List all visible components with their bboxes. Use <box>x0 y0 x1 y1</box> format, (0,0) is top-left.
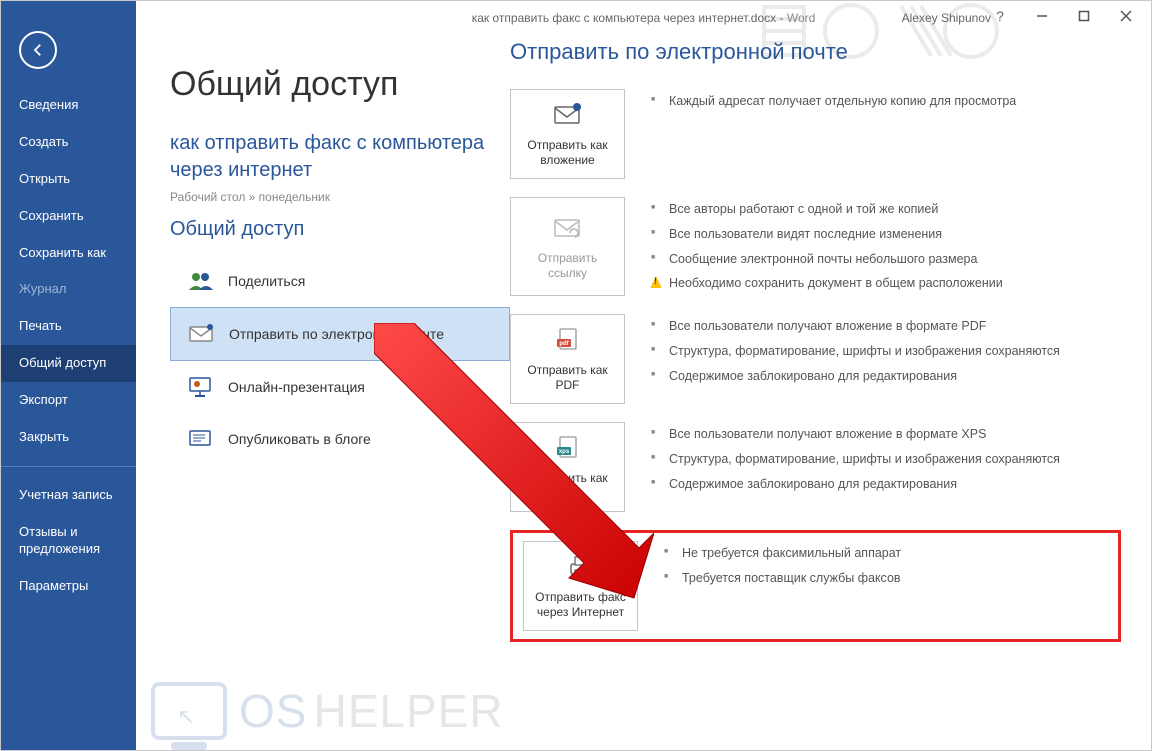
bullet-item: Требуется поставщик службы факсов <box>664 566 1108 591</box>
send-option-row-pdf: pdf Отправить как PDF Все пользователи пол… <box>510 314 1121 404</box>
sidebar-item-options[interactable]: Параметры <box>1 568 136 605</box>
bullet-item: Не требуется факсимильный аппарат <box>664 541 1108 566</box>
send-tile-xps[interactable]: xps Отправить как XPS <box>510 422 625 512</box>
bullet-item: Все авторы работают с одной и той же коп… <box>651 197 1121 222</box>
send-option-bullets: Все пользователи получают вложение в фор… <box>651 422 1121 512</box>
send-tile-link: Отправить ссылку <box>510 197 625 296</box>
maximize-icon <box>1078 10 1090 22</box>
back-arrow-icon <box>29 41 47 59</box>
fax-printer-icon <box>565 554 597 580</box>
minimize-icon <box>1036 10 1048 22</box>
sidebar-item-save[interactable]: Сохранить <box>1 198 136 235</box>
sidebar-item-info[interactable]: Сведения <box>1 87 136 124</box>
send-option-row-xps: xps Отправить как XPS Все пользователи пол… <box>510 422 1121 512</box>
send-tile-label: Отправить как PDF <box>519 363 616 393</box>
share-option-label: Отправить по электронной почте <box>229 326 444 342</box>
sidebar-item-close[interactable]: Закрыть <box>1 419 136 456</box>
bullet-item: Сообщение электронной почты небольшого р… <box>651 247 1121 272</box>
send-option-row-link: Отправить ссылку Все авторы работают с од… <box>510 197 1121 296</box>
send-option-row-fax: Отправить факс через Интернет Не требуетс… <box>510 530 1121 642</box>
people-icon-wrap <box>184 269 218 293</box>
send-option-row-attach: Отправить как вложение Каждый адресат пол… <box>510 89 1121 179</box>
document-name: как отправить факс с компьютера через ин… <box>170 130 510 184</box>
blog-icon <box>187 428 215 450</box>
user-name[interactable]: Alexey Shipunov <box>902 11 991 25</box>
envelope-link-icon <box>552 215 584 241</box>
share-section-label: Общий доступ <box>170 218 510 241</box>
sidebar-separator <box>1 466 136 467</box>
share-option-email[interactable]: Отправить по электронной почте <box>170 307 510 361</box>
bullet-warning: Необходимо сохранить документ в общем ра… <box>651 271 1121 296</box>
envelope-attachment-icon <box>552 102 584 128</box>
sidebar-item-feedback[interactable]: Отзывы и предложения <box>1 514 136 568</box>
sidebar-item-print[interactable]: Печать <box>1 308 136 345</box>
send-option-bullets: Все пользователи получают вложение в фор… <box>651 314 1121 404</box>
share-option-label: Онлайн-презентация <box>228 379 365 395</box>
sidebar-item-open[interactable]: Открыть <box>1 161 136 198</box>
bullet-item: Структура, форматирование, шрифты и изоб… <box>651 447 1121 472</box>
close-icon <box>1120 10 1132 22</box>
svg-text:xps: xps <box>558 449 569 455</box>
sidebar-item-history[interactable]: Журнал <box>1 271 136 308</box>
send-tile-label: Отправить как XPS <box>519 471 616 501</box>
title-separator: - <box>776 11 787 25</box>
email-icon-wrap <box>185 322 219 346</box>
send-tile-pdf[interactable]: pdf Отправить как PDF <box>510 314 625 404</box>
share-option-label: Опубликовать в блоге <box>228 431 371 447</box>
backstage-sidebar: СведенияСоздатьОткрытьСохранитьСохранить… <box>1 1 136 750</box>
bullet-item: Все пользователи получают вложение в фор… <box>651 314 1121 339</box>
close-button[interactable] <box>1105 1 1147 31</box>
send-tile-label: Отправить ссылку <box>519 251 616 281</box>
bullet-item: Структура, форматирование, шрифты и изоб… <box>651 339 1121 364</box>
bullet-item: Все пользователи видят последние изменен… <box>651 222 1121 247</box>
share-option-people[interactable]: Поделиться <box>170 255 510 307</box>
share-option-label: Поделиться <box>228 273 305 289</box>
svg-text:pdf: pdf <box>559 341 569 347</box>
maximize-button[interactable] <box>1063 1 1105 31</box>
right-pane-title: Отправить по электронной почте <box>510 39 1121 65</box>
app-name: Word <box>787 11 815 25</box>
bullet-item: Содержимое заблокировано для редактирова… <box>651 364 1121 389</box>
back-button[interactable] <box>19 31 57 69</box>
send-option-bullets: Все авторы работают с одной и той же коп… <box>651 197 1121 296</box>
page-title: Общий доступ <box>170 65 510 104</box>
sidebar-item-share[interactable]: Общий доступ <box>1 345 136 382</box>
minimize-button[interactable] <box>1021 1 1063 31</box>
send-option-bullets: Каждый адресат получает отдельную копию … <box>651 89 1121 179</box>
breadcrumb: Рабочий стол » понедельник <box>170 190 510 204</box>
titlebar: как отправить факс с компьютера через ин… <box>136 1 1151 35</box>
send-tile-label: Отправить факс через Интернет <box>532 590 629 620</box>
share-option-blog[interactable]: Опубликовать в блоге <box>170 413 510 465</box>
online-icon-wrap <box>184 375 218 399</box>
bullet-item: Содержимое заблокировано для редактирова… <box>651 472 1121 497</box>
sidebar-item-saveas[interactable]: Сохранить как <box>1 235 136 272</box>
blog-icon-wrap <box>184 427 218 451</box>
send-tile-label: Отправить как вложение <box>519 138 616 168</box>
envelope-attachment-icon <box>188 323 216 345</box>
bullet-item: Все пользователи получают вложение в фор… <box>651 422 1121 447</box>
sidebar-item-export[interactable]: Экспорт <box>1 382 136 419</box>
pdf-file-icon: pdf <box>552 327 584 353</box>
share-option-online[interactable]: Онлайн-презентация <box>170 361 510 413</box>
doc-title: как отправить факс с компьютера через ин… <box>472 11 776 25</box>
sidebar-item-account[interactable]: Учетная запись <box>1 477 136 514</box>
send-option-bullets: Не требуется факсимильный аппаратТребует… <box>664 541 1108 631</box>
presentation-icon <box>187 376 215 398</box>
xps-file-icon: xps <box>552 435 584 461</box>
help-button[interactable]: ? <box>979 1 1021 31</box>
sidebar-item-new[interactable]: Создать <box>1 124 136 161</box>
bullet-item: Каждый адресат получает отдельную копию … <box>651 89 1121 114</box>
people-icon <box>187 270 215 292</box>
send-tile-fax[interactable]: Отправить факс через Интернет <box>523 541 638 631</box>
send-tile-attach[interactable]: Отправить как вложение <box>510 89 625 179</box>
